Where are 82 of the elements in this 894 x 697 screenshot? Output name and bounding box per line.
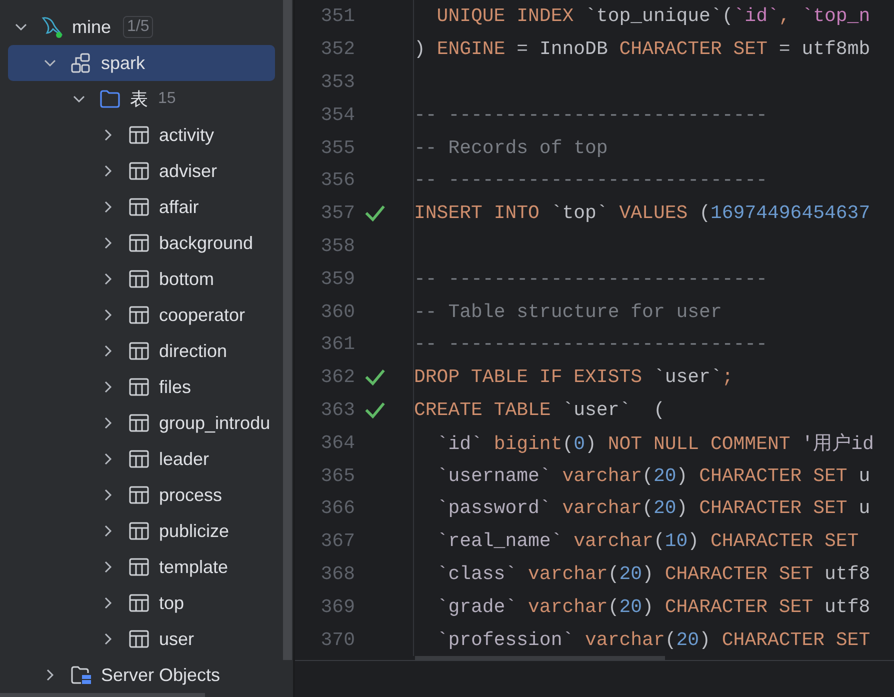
line-number: 365	[320, 464, 355, 487]
tree-item[interactable]: user	[8, 621, 275, 657]
line-number: 363	[320, 398, 355, 421]
scrollbar[interactable]	[283, 0, 292, 660]
code-line: -- ----------------------------	[414, 268, 768, 290]
line-number: 366	[320, 497, 355, 520]
code-line: -- ----------------------------	[414, 104, 768, 126]
tree-item-label: user	[159, 628, 194, 651]
tree-item-label: top	[159, 592, 184, 615]
line-number: 369	[320, 596, 355, 618]
code-line: ) ENGINE = InnoDB CHARACTER SET = utf8mb	[414, 38, 870, 60]
code-line: `class` varchar(20) CHARACTER SET utf8	[436, 562, 870, 585]
code-line: DROP TABLE IF EXISTS `user`;	[414, 366, 734, 388]
code-line: -- ----------------------------	[414, 333, 768, 356]
line-number: 358	[320, 234, 355, 257]
tree-item[interactable]: bottom	[8, 261, 275, 297]
tree-item[interactable]: files	[8, 369, 275, 405]
line-number: 355	[320, 136, 355, 159]
code-line: `real_name` varchar(10) CHARACTER SET	[436, 530, 859, 552]
tree-item[interactable]: direction	[8, 333, 275, 369]
tree-item[interactable]: group_introdu	[8, 405, 275, 441]
tree-item-label: publicize	[159, 520, 230, 543]
line-number: 351	[320, 5, 355, 28]
line-number: 359	[320, 268, 355, 290]
tree-item-label: background	[159, 232, 254, 255]
tree-item-label: Server Objects	[101, 664, 220, 687]
folder-icon	[98, 87, 122, 111]
code-line: `profession` varchar(20) CHARACTER SET	[436, 628, 870, 651]
line-number: 356	[320, 169, 355, 192]
tree-item[interactable]: spark	[8, 45, 275, 81]
tree-item-label: spark	[101, 52, 146, 75]
line-number: 353	[320, 70, 355, 93]
line-number: 364	[320, 432, 355, 454]
tree-item[interactable]: mine 1/5	[8, 9, 275, 45]
code-line: `id` bigint(0) NOT NULL COMMENT '用户id	[436, 432, 874, 456]
code-line: `grade` varchar(20) CHARACTER SET utf8	[436, 596, 870, 618]
line-number: 352	[320, 38, 355, 60]
tree-item[interactable]: adviser	[8, 153, 275, 189]
tree-item[interactable]: cooperator	[8, 297, 275, 333]
tree-item[interactable]: Server Objects	[8, 657, 275, 693]
tree-item-label: cooperator	[159, 304, 246, 327]
tree-item-label: template	[159, 556, 228, 579]
tree-item-label: bottom	[159, 268, 214, 291]
dolphin-icon	[40, 15, 64, 39]
tree-item[interactable]: top	[8, 585, 275, 621]
line-number: 367	[320, 530, 355, 552]
code-line: -- ----------------------------	[414, 169, 768, 192]
code-line: -- Table structure for user	[414, 300, 722, 323]
line-number: 362	[320, 366, 355, 388]
line-number: 354	[320, 104, 355, 126]
line-number: 360	[320, 300, 355, 323]
tree-item-label: direction	[159, 340, 228, 363]
tree-item-label: files	[159, 376, 192, 399]
tree-item-label: adviser	[159, 160, 218, 183]
tree-item[interactable]: 表 15	[8, 81, 275, 117]
tree-item-label: activity	[159, 124, 214, 147]
tree-item[interactable]: activity	[8, 117, 275, 153]
tree-item-label: affair	[159, 196, 199, 219]
tree-item[interactable]: publicize	[8, 513, 275, 549]
tree-item-label: mine	[72, 16, 112, 39]
code-line: UNIQUE INDEX `top_unique`(`id`, `top_n	[436, 5, 870, 28]
tree-item[interactable]: affair	[8, 189, 275, 225]
tree-item-label: leader	[159, 448, 210, 471]
line-number: 357	[320, 202, 355, 224]
code-line: -- Records of top	[414, 136, 608, 159]
tree-item[interactable]: template	[8, 549, 275, 585]
code-line: CREATE TABLE `user` (	[414, 398, 665, 421]
tree-item[interactable]: process	[8, 477, 275, 513]
tree-item[interactable]: leader	[8, 441, 275, 477]
schema-icon	[69, 51, 93, 75]
count-badge: 1/5	[123, 16, 154, 38]
line-number: 370	[320, 628, 355, 651]
tree-item-label: group_introdu	[159, 412, 270, 435]
tree-item-label: 表	[130, 88, 148, 111]
code-line: `password` varchar(20) CHARACTER SET u	[436, 497, 870, 520]
item-count: 15	[158, 90, 176, 108]
line-number: 368	[320, 562, 355, 585]
tree-item[interactable]: background	[8, 225, 275, 261]
line-number: 361	[320, 333, 355, 356]
code-line: `username` varchar(20) CHARACTER SET u	[436, 464, 870, 487]
tree-item-label: process	[159, 484, 222, 507]
code-line: INSERT INTO `top` VALUES (16974496454637	[414, 202, 870, 224]
